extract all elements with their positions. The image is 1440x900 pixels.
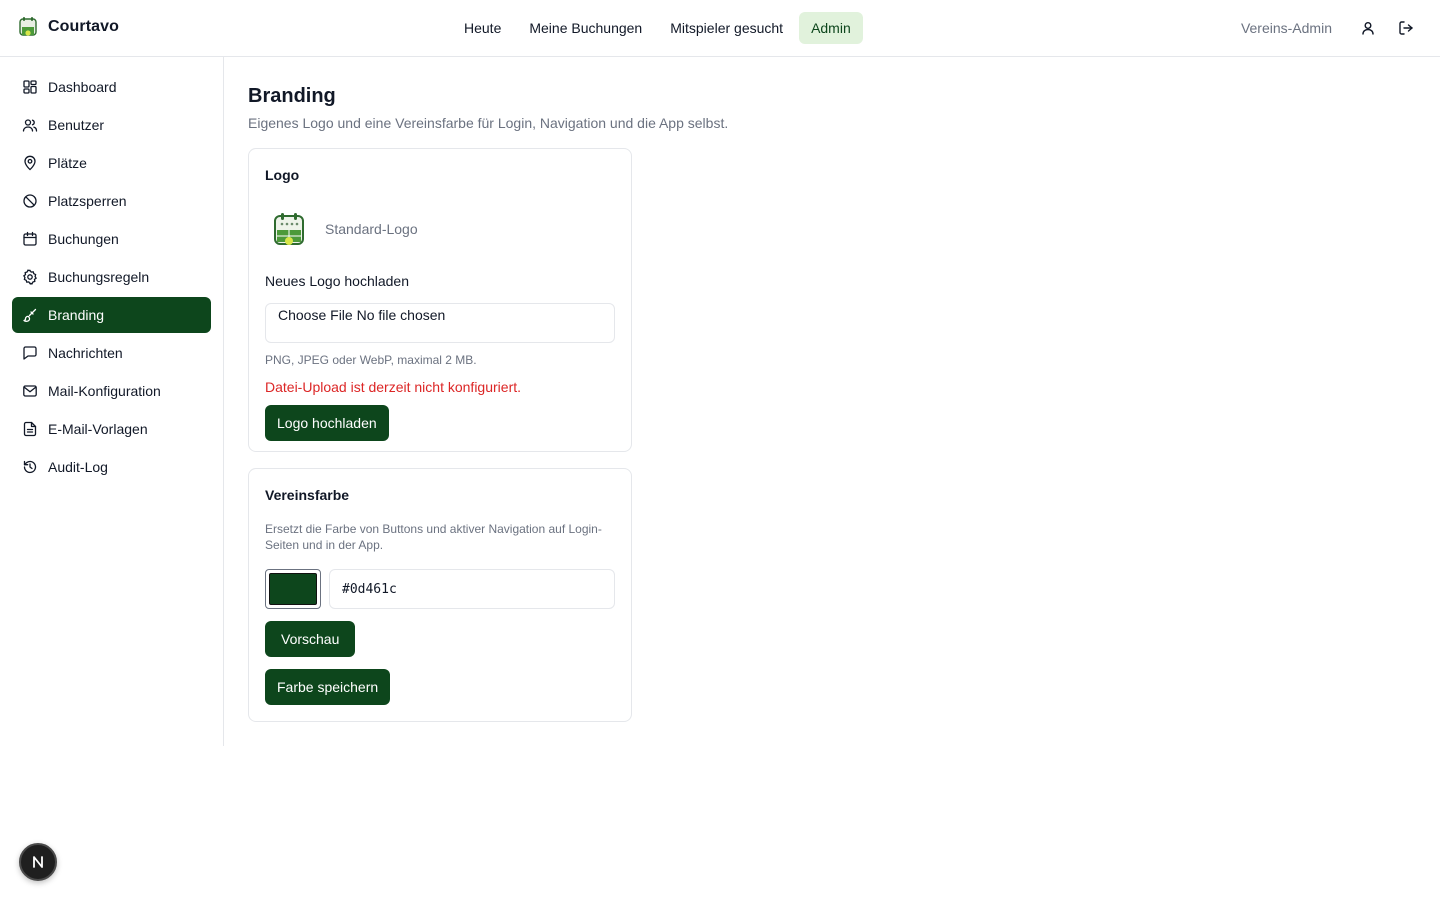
user-role: Vereins-Admin <box>1240 20 1332 36</box>
upload-help-text: PNG, JPEG oder WebP, maximal 2 MB. <box>265 353 477 367</box>
sidebar-item-email-vorlagen[interactable]: E-Mail-Vorlagen <box>12 411 211 447</box>
gear-icon <box>23 269 37 285</box>
map-pin-icon <box>24 155 36 171</box>
history-icon <box>23 460 37 474</box>
logout-icon <box>1399 21 1413 35</box>
sidebar-item-benutzer[interactable]: Benutzer <box>12 107 211 143</box>
dashboard-icon <box>23 80 37 94</box>
sidebar-item-dashboard[interactable]: Dashboard <box>12 69 211 105</box>
users-icon <box>22 119 38 132</box>
sidebar-item-buchungsregeln[interactable]: Buchungsregeln <box>12 259 211 295</box>
sidebar-item-nachrichten[interactable]: Nachrichten <box>12 335 211 371</box>
page-subtitle: Eigenes Logo und eine Vereinsfarbe für L… <box>248 115 729 131</box>
page-title: Branding <box>248 85 336 107</box>
tennis-court-logo-icon <box>274 213 304 245</box>
paintbrush-icon <box>23 308 37 322</box>
sidebar-item-plaetze[interactable]: Plätze <box>12 145 211 181</box>
logo-preview <box>265 207 313 251</box>
upload-logo-button[interactable]: Logo hochladen <box>265 405 389 441</box>
sidebar-item-label: Audit-Log <box>48 459 108 475</box>
top-nav: Heute Meine Buchungen Mitspieler gesucht… <box>452 12 863 44</box>
app-name: Courtavo <box>48 18 120 35</box>
calendar-icon <box>23 231 37 246</box>
message-icon <box>23 346 37 360</box>
sidebar-item-label: Benutzer <box>48 117 105 133</box>
sidebar-item-label: Plätze <box>48 155 87 171</box>
nav-meine-buchungen[interactable]: Meine Buchungen <box>517 12 654 44</box>
sidebar-item-audit-log[interactable]: Audit-Log <box>12 449 211 485</box>
top-bar: Courtavo Heute Meine Buchungen Mitspiele… <box>0 0 1440 57</box>
color-card-title: Vereinsfarbe <box>265 487 350 503</box>
dev-tools-button[interactable] <box>19 843 57 881</box>
preview-button[interactable]: Vorschau <box>265 621 356 657</box>
user-area: Vereins-Admin <box>1241 12 1422 44</box>
next-n-icon <box>33 856 43 868</box>
upload-error-message: Datei-Upload ist derzeit nicht konfiguri… <box>265 379 522 395</box>
tennis-court-logo-icon <box>19 17 37 36</box>
club-color-card: Vereinsfarbe Ersetzt die Farbe von Butto… <box>248 468 632 722</box>
sidebar-item-buchungen[interactable]: Buchungen <box>12 221 211 257</box>
sidebar-item-platzsperren[interactable]: Platzsperren <box>12 183 211 219</box>
profile-button[interactable] <box>1352 12 1384 44</box>
save-color-button[interactable]: Farbe speichern <box>265 669 391 705</box>
mail-icon <box>23 385 37 397</box>
sidebar: Dashboard Benutzer Plätze Platzsperren B… <box>0 57 224 746</box>
nav-admin[interactable]: Admin <box>799 12 863 44</box>
main-content: Branding Eigenes Logo und eine Vereinsfa… <box>248 57 1416 722</box>
color-swatch-fill <box>269 573 317 605</box>
logo-caption: Standard-Logo <box>325 221 418 237</box>
sidebar-item-label: Branding <box>48 307 105 323</box>
sidebar-item-label: E-Mail-Vorlagen <box>48 421 148 437</box>
sidebar-item-label: Buchungen <box>48 231 119 247</box>
user-icon <box>1362 22 1374 35</box>
sidebar-item-label: Platzsperren <box>48 193 127 209</box>
nav-heute[interactable]: Heute <box>452 12 513 44</box>
logout-button[interactable] <box>1390 12 1422 44</box>
sidebar-item-label: Nachrichten <box>48 345 123 361</box>
hex-color-input[interactable]: #0d461c <box>329 569 615 609</box>
ban-icon <box>23 194 37 208</box>
logo-card-title: Logo <box>265 167 300 183</box>
brand[interactable]: Courtavo <box>19 16 119 38</box>
upload-label: Neues Logo hochladen <box>265 273 410 289</box>
file-text-icon <box>23 421 37 437</box>
color-description: Ersetzt die Farbe von Buttons und aktive… <box>265 522 602 552</box>
current-logo: Standard-Logo <box>265 207 615 251</box>
sidebar-item-label: Buchungsregeln <box>48 269 150 285</box>
sidebar-item-label: Dashboard <box>48 79 117 95</box>
sidebar-item-label: Mail-Konfiguration <box>48 383 161 399</box>
logo-card: Logo Standard-Logo Neues Logo hochladen … <box>248 148 632 452</box>
logo-file-input[interactable]: Choose File No file chosen <box>265 303 615 343</box>
color-swatch-picker[interactable] <box>265 569 321 609</box>
nav-mitspieler-gesucht[interactable]: Mitspieler gesucht <box>658 12 795 44</box>
color-picker-row: #0d461c <box>265 569 615 609</box>
sidebar-item-branding[interactable]: Branding <box>12 297 211 333</box>
sidebar-item-mail-konfiguration[interactable]: Mail-Konfiguration <box>12 373 211 409</box>
